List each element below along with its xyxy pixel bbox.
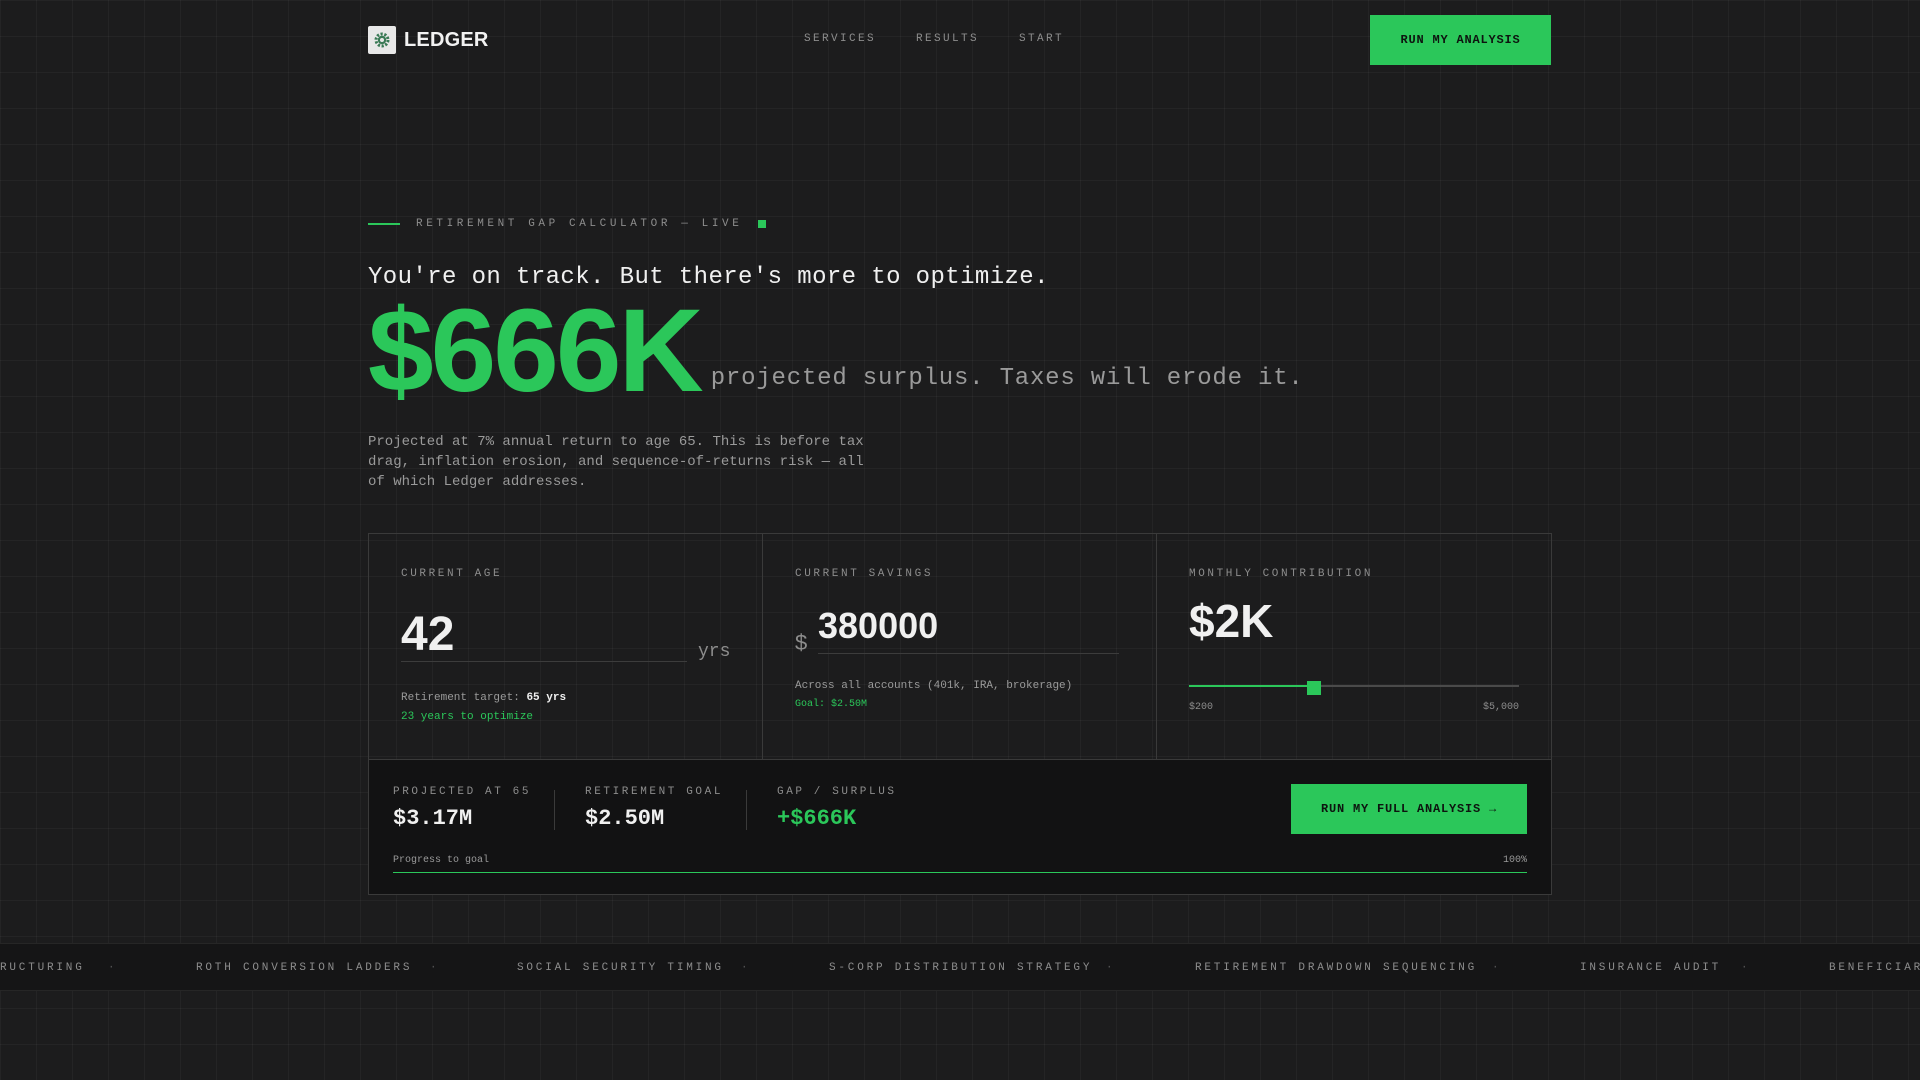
stat-divider [554, 790, 555, 830]
currency-symbol: $ [795, 630, 808, 655]
ticker-item: BENEFICIAR [1829, 962, 1920, 974]
run-full-analysis-button[interactable]: RUN MY FULL ANALYSIS → [1291, 784, 1527, 834]
nav-link-start[interactable]: START [1019, 33, 1064, 45]
nav-links: SERVICES RESULTS START [804, 33, 1064, 45]
projected-stat: PROJECTED AT 65 $3.17M [393, 786, 531, 831]
savings-note: Across all accounts (401k, IRA, brokerag… [795, 680, 1073, 692]
goal-value: $2.50M [585, 806, 665, 831]
progress-fill [393, 872, 1527, 873]
current-age-cell: CURRENT AGE 42 yrs Retirement target: 65… [369, 534, 763, 759]
progress-bar [393, 872, 1527, 873]
eyebrow-text: RETIREMENT GAP CALCULATOR — LIVE [416, 218, 743, 230]
projected-label: PROJECTED AT 65 [393, 786, 532, 798]
gap-value: +$666K [777, 806, 857, 831]
ticker-separator: · [741, 962, 748, 974]
brand-name: LEDGER [404, 28, 489, 51]
age-unit: yrs [698, 642, 731, 662]
ticker-separator: · [1106, 962, 1113, 974]
services-ticker: RUCTURING · ROTH CONVERSION LADDERS · SO… [0, 943, 1920, 991]
goal-stat: RETIREMENT GOAL $2.50M [585, 786, 723, 831]
calculator-inputs: CURRENT AGE 42 yrs Retirement target: 65… [369, 534, 1551, 759]
current-age-input[interactable]: 42 [401, 608, 687, 662]
nav-link-services[interactable]: SERVICES [804, 33, 876, 45]
slider-max-label: $5,000 [1482, 702, 1519, 713]
ticker-separator: · [108, 962, 115, 974]
surplus-caption: projected surplus. Taxes will erode it. [710, 365, 1304, 392]
savings-goal: Goal: $2.50M [795, 699, 868, 710]
monthly-contribution-label: MONTHLY CONTRIBUTION [1189, 568, 1374, 580]
projected-value: $3.17M [393, 806, 473, 831]
ticker-separator: · [1741, 962, 1748, 974]
retirement-target-note: Retirement target: 65 yrs [401, 692, 566, 704]
run-analysis-button[interactable]: RUN MY ANALYSIS [1370, 15, 1551, 65]
current-savings-input[interactable]: 380000 [818, 604, 1119, 654]
ticker-item: RETIREMENT DRAWDOWN SEQUENCING [1195, 962, 1478, 974]
eyebrow-line [368, 223, 400, 225]
ticker-item: INSURANCE AUDIT [1580, 962, 1722, 974]
monthly-contribution-cell: MONTHLY CONTRIBUTION $2K $200 $5,000 [1157, 534, 1551, 759]
brand-logo[interactable]: LEDGER [368, 26, 489, 54]
goal-label: RETIREMENT GOAL [585, 786, 724, 798]
hero-surplus: $666K projected surplus. Taxes will erod… [368, 292, 1304, 410]
slider-min-label: $200 [1189, 702, 1214, 713]
ticker-separator: · [430, 962, 437, 974]
gap-stat: GAP / SURPLUS +$666K [777, 786, 897, 831]
gap-label: GAP / SURPLUS [777, 786, 897, 798]
hero-description: Projected at 7% annual return to age 65.… [368, 434, 864, 490]
current-savings-label: CURRENT SAVINGS [795, 568, 934, 580]
gear-icon [368, 26, 396, 54]
ticker-separator: · [1492, 962, 1499, 974]
progress-percent: 100% [1502, 855, 1527, 866]
slider-fill [1189, 685, 1315, 687]
retirement-target-prefix: Retirement target: [401, 692, 520, 704]
retirement-target-value: 65 yrs [526, 692, 567, 704]
top-nav: LEDGER SERVICES RESULTS START RUN MY ANA… [0, 0, 1920, 80]
slider-thumb[interactable] [1307, 681, 1322, 695]
surplus-amount: $666K [368, 285, 704, 417]
current-age-label: CURRENT AGE [401, 568, 503, 580]
stat-divider [746, 790, 747, 830]
years-to-optimize: 23 years to optimize [401, 711, 534, 723]
calculator-panel: CURRENT AGE 42 yrs Retirement target: 65… [368, 533, 1552, 895]
ticker-item: RUCTURING [0, 962, 85, 974]
eyebrow: RETIREMENT GAP CALCULATOR — LIVE [368, 218, 767, 230]
ticker-item: SOCIAL SECURITY TIMING [517, 962, 724, 974]
current-savings-cell: CURRENT SAVINGS $ 380000 Across all acco… [763, 534, 1157, 759]
contribution-slider[interactable] [1189, 680, 1519, 695]
ticker-item: S-CORP DISTRIBUTION STRATEGY [829, 962, 1093, 974]
ticker-item: ROTH CONVERSION LADDERS [196, 962, 413, 974]
monthly-contribution-value: $2K [1189, 595, 1274, 647]
results-bar: PROJECTED AT 65 $3.17M RETIREMENT GOAL $… [369, 759, 1551, 894]
progress-label: Progress to goal [393, 855, 490, 866]
nav-link-results[interactable]: RESULTS [916, 33, 979, 45]
live-indicator-icon [758, 220, 767, 228]
